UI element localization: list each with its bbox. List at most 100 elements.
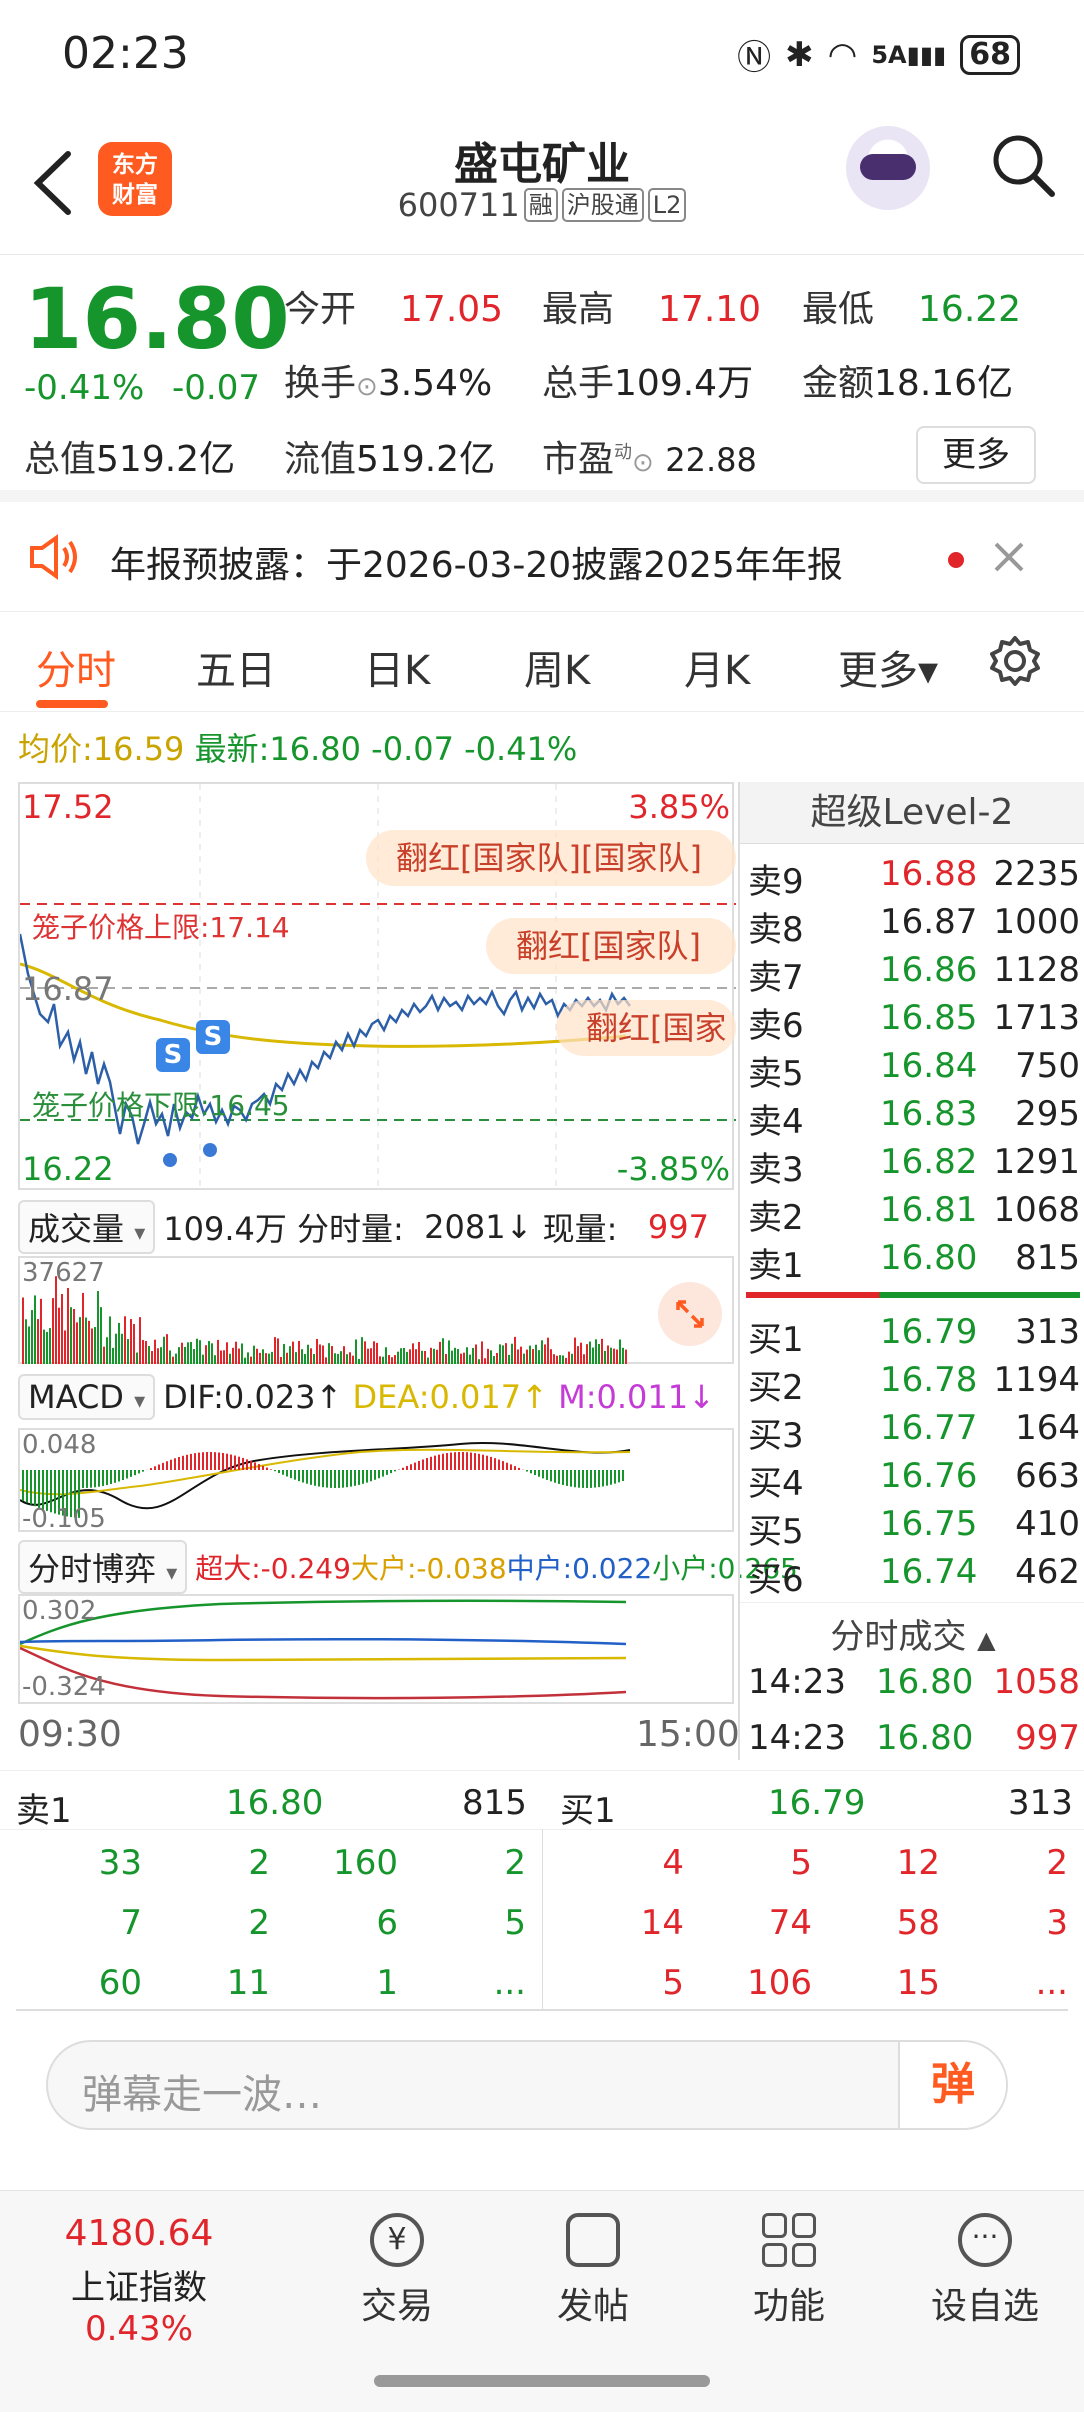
flow-panel: 0.302 -0.324	[18, 1594, 734, 1704]
ask-row[interactable]: 卖4 16.83 295	[740, 1094, 1084, 1142]
ask-row[interactable]: 卖7 16.86 1128	[740, 950, 1084, 998]
yen-icon: ¥	[370, 2213, 424, 2267]
bid-row[interactable]: 买4 16.76 663	[740, 1456, 1084, 1504]
volume-bar	[412, 1343, 414, 1364]
hint-bubble[interactable]: 翻红[国家	[556, 1000, 736, 1056]
ask-row[interactable]: 卖9 16.88 2235	[740, 854, 1084, 902]
macd-bar	[394, 1470, 396, 1472]
pe-item[interactable]: 市盈动⊙ 22.88	[542, 430, 757, 482]
trade-row: 14:23 16.80 997	[740, 1718, 1084, 1766]
queue-sell-cell: 2	[248, 1903, 270, 1943]
notice-bar[interactable]: 年报预披露：于2026-03-20披露2025年年报	[0, 502, 1084, 612]
tab-weekly-k[interactable]: 周K	[524, 638, 590, 696]
ask-row[interactable]: 卖3 16.82 1291	[740, 1142, 1084, 1190]
sell-signal-badge[interactable]: S	[156, 1038, 190, 1072]
volume-bar	[616, 1349, 618, 1364]
flow-selector[interactable]: 分时博弈 ▾	[18, 1540, 188, 1594]
chart-top-price: 17.52	[22, 788, 114, 826]
macd-bar	[118, 1470, 120, 1482]
bid-row[interactable]: 买5 16.75 410	[740, 1504, 1084, 1552]
amount-item: 金额18.16亿	[802, 363, 1014, 404]
macd-bar	[442, 1453, 444, 1470]
volume-bar	[376, 1342, 378, 1364]
volume-bar	[457, 1349, 459, 1364]
bid-row[interactable]: 买3 16.77 164	[740, 1408, 1084, 1456]
volume-bar	[241, 1343, 243, 1364]
ask-row[interactable]: 卖8 16.87 1000	[740, 902, 1084, 950]
settings-gear-icon[interactable]	[988, 634, 1042, 688]
macd-bar	[90, 1470, 92, 1488]
trade-volume: 1058	[993, 1662, 1080, 1702]
volume-bar	[472, 1348, 474, 1364]
ask-level: 卖8	[748, 910, 804, 950]
queue-buy-cell: 106	[747, 1963, 812, 2003]
index-value: 4180.64	[64, 2213, 214, 2254]
turnover-item[interactable]: 换手⊙3.54%	[284, 354, 492, 406]
post-button[interactable]: 发帖	[508, 2213, 678, 2329]
volume-bar	[607, 1345, 609, 1364]
volume-bar	[346, 1354, 348, 1364]
current-price: 16.80	[24, 270, 290, 368]
ask-row[interactable]: 卖1 16.80 815	[740, 1238, 1084, 1286]
macd-bar	[574, 1470, 576, 1488]
danmu-input[interactable]: 弹幕走一波… 弹	[46, 2040, 1008, 2130]
search-icon[interactable]	[990, 132, 1056, 198]
assistant-robot-icon[interactable]	[846, 126, 930, 210]
edit-icon	[566, 2213, 620, 2267]
volume-bar	[349, 1352, 351, 1364]
close-icon[interactable]	[992, 540, 1026, 574]
macd-bar	[570, 1470, 572, 1487]
volume-bar	[523, 1353, 525, 1364]
volume-bar	[613, 1348, 615, 1364]
hint-bubble[interactable]: 翻红[国家队]	[486, 918, 736, 974]
volume-bar	[196, 1338, 198, 1364]
volume-bar	[199, 1340, 201, 1364]
tab-monthly-k[interactable]: 月K	[684, 638, 750, 696]
bid-row[interactable]: 买6 16.74 462	[740, 1552, 1084, 1600]
ask-row[interactable]: 卖2 16.81 1068	[740, 1190, 1084, 1238]
macd-bar	[538, 1470, 540, 1477]
tab-daily-k[interactable]: 日K	[364, 638, 430, 696]
volume-bar	[481, 1341, 483, 1364]
volume-bar	[160, 1347, 162, 1364]
macd-bar	[198, 1452, 200, 1470]
volume-bar	[310, 1348, 312, 1364]
index-widget[interactable]: 4180.64 上证指数 0.43%	[14, 2213, 264, 2349]
ask-price: 16.80	[880, 1238, 978, 1278]
macd-selector[interactable]: MACD ▾	[18, 1374, 156, 1420]
avg-price-summary: 均价:16.59 最新:16.80 -0.07 -0.41%	[18, 730, 578, 768]
volume-bar	[82, 1292, 84, 1364]
bid-price: 16.79	[880, 1312, 978, 1352]
level2-orderbook[interactable]: 超级Level-2 卖9 16.88 2235 卖8 16.87 1000 卖7 1…	[738, 782, 1084, 1760]
functions-button[interactable]: 功能	[704, 2213, 874, 2329]
macd-bar	[542, 1470, 544, 1479]
trades-header[interactable]: 分时成交 ▲	[740, 1602, 1084, 1658]
sell-signal-badge[interactable]: S	[196, 1020, 230, 1054]
ask-row[interactable]: 卖6 16.85 1713	[740, 998, 1084, 1046]
ask-row[interactable]: 卖5 16.84 750	[740, 1046, 1084, 1094]
more-button[interactable]: 更多	[916, 426, 1036, 484]
expand-icon[interactable]	[658, 1282, 722, 1346]
tab-intraday[interactable]: 分时	[36, 638, 116, 696]
volume-bar	[478, 1359, 480, 1364]
bid-row[interactable]: 买1 16.79 313	[740, 1312, 1084, 1360]
volume-bar	[421, 1350, 423, 1364]
volume-bar	[175, 1353, 177, 1364]
hint-bubble[interactable]: 翻红[国家队][国家队]	[366, 830, 736, 886]
tab-five-day[interactable]: 五日	[196, 638, 276, 696]
queue-sell-cell: 33	[98, 1843, 142, 1883]
macd-bar	[274, 1470, 276, 1472]
volume-bar	[61, 1294, 63, 1364]
ask-volume: 295	[1015, 1094, 1080, 1134]
trade-button[interactable]: ¥ 交易	[312, 2213, 482, 2329]
intraday-chart[interactable]: 17.52 3.85% 16.87 16.22 -3.85% 笼子价格上限:17…	[18, 782, 736, 1192]
danmu-button[interactable]: 弹	[898, 2042, 1006, 2128]
chart-bottom-pct: -3.85%	[616, 1150, 730, 1188]
add-watchlist-button[interactable]: ··· 设自选	[900, 2213, 1070, 2329]
tab-more[interactable]: 更多▾	[838, 638, 938, 696]
chart-top-pct: 3.85%	[628, 788, 730, 826]
macd-bar	[558, 1470, 560, 1484]
volume-bar	[595, 1339, 597, 1364]
volume-selector[interactable]: 成交量 ▾	[18, 1200, 156, 1254]
bid-row[interactable]: 买2 16.78 1194	[740, 1360, 1084, 1408]
